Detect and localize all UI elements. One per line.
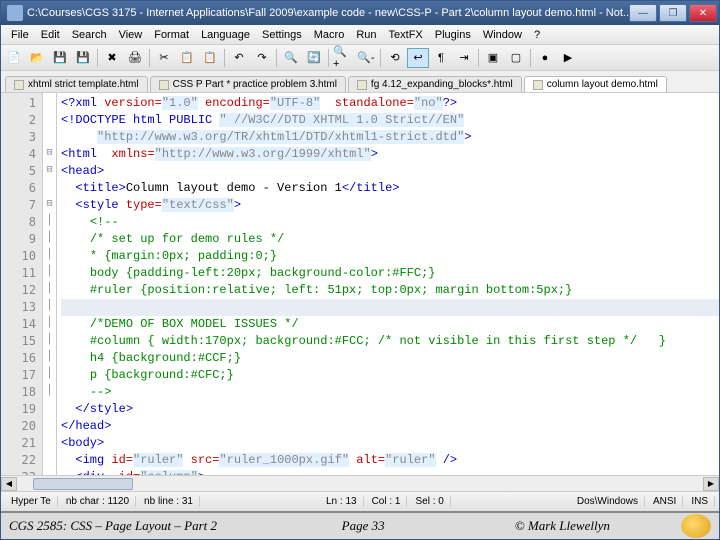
scroll-thumb[interactable] [33,478,133,490]
undo-icon[interactable]: ↶ [228,48,250,68]
zoom-in-icon[interactable]: 🔍+ [332,48,354,68]
print-icon[interactable]: 🖨 [124,48,146,68]
minimize-button[interactable]: — [629,4,657,22]
menu-language[interactable]: Language [195,29,256,41]
line-number-gutter[interactable]: 1234567891011121314151617181920212223 [1,93,43,475]
close-file-icon[interactable]: ✖ [101,48,123,68]
slide-footer: CGS 2585: CSS – Page Layout – Part 2 Pag… [1,511,719,539]
menu-edit[interactable]: Edit [35,29,66,41]
menubar: File Edit Search View Format Language Se… [1,25,719,45]
toolbar-separator [276,49,277,67]
show-chars-icon[interactable]: ¶ [430,48,452,68]
file-icon [159,80,169,90]
new-file-icon[interactable]: 📄 [3,48,25,68]
tab-label: fg 4.12_expanding_blocks*.html [371,79,513,90]
save-icon[interactable]: 💾 [49,48,71,68]
file-icon [357,80,367,90]
statusbar: Hyper Te nb char : 1120 nb line : 31 Ln … [1,491,719,511]
find-icon[interactable]: 🔍 [280,48,302,68]
record-macro-icon[interactable]: ● [534,48,556,68]
tab-label: xhtml strict template.html [28,79,139,90]
toolbar-separator [478,49,479,67]
cut-icon[interactable]: ✂ [153,48,175,68]
app-window: C:\Courses\CGS 3175 - Internet Applicati… [0,0,720,540]
tabbar: xhtml strict template.html CSS P Part * … [1,71,719,93]
menu-search[interactable]: Search [66,29,113,41]
ucf-logo-icon [681,514,711,538]
copy-icon[interactable]: 📋 [176,48,198,68]
toolbar-separator [97,49,98,67]
menu-format[interactable]: Format [148,29,195,41]
menu-run[interactable]: Run [350,29,382,41]
wordwrap-icon[interactable]: ↩ [407,48,429,68]
editor: 1234567891011121314151617181920212223 ⊟⊟… [1,93,719,475]
status-nbchar: nb char : 1120 [60,496,136,507]
horizontal-scrollbar[interactable]: ◀ ▶ [1,475,719,491]
window-controls: — ❐ ✕ [629,4,717,22]
footer-course: CGS 2585: CSS – Page Layout – Part 2 [9,518,275,534]
file-icon [533,80,543,90]
tab-label: CSS P Part * practice problem 3.html [173,79,337,90]
menu-view[interactable]: View [113,29,149,41]
tab-expanding-blocks[interactable]: fg 4.12_expanding_blocks*.html [348,76,522,92]
menu-settings[interactable]: Settings [256,29,308,41]
status-sel: Sel : 0 [409,496,450,507]
status-insert-mode: INS [685,496,715,507]
menu-plugins[interactable]: Plugins [429,29,477,41]
status-nbline: nb line : 31 [138,496,200,507]
unfold-icon[interactable]: ▢ [505,48,527,68]
fold-icon[interactable]: ▣ [482,48,504,68]
window-title: C:\Courses\CGS 3175 - Internet Applicati… [27,7,629,19]
menu-window[interactable]: Window [477,29,528,41]
toolbar-separator [149,49,150,67]
toolbar-separator [224,49,225,67]
tab-label: column layout demo.html [547,79,658,90]
toolbar-separator [530,49,531,67]
tab-practice-problem[interactable]: CSS P Part * practice problem 3.html [150,76,346,92]
maximize-button[interactable]: ❐ [659,4,687,22]
toolbar-separator [328,49,329,67]
status-eol: Dos\Windows [571,496,645,507]
status-encoding: ANSI [647,496,683,507]
status-filetype: Hyper Te [5,496,58,507]
menu-help[interactable]: ? [528,29,546,41]
scroll-right-arrow-icon[interactable]: ▶ [703,477,719,491]
app-icon [7,5,23,21]
toolbar: 📄 📂 💾 💾 ✖ 🖨 ✂ 📋 📋 ↶ ↷ 🔍 🔄 🔍+ 🔍- ⟲ ↩ ¶ ⇥ … [1,45,719,71]
footer-page: Page 33 [275,518,452,534]
close-button[interactable]: ✕ [689,4,717,22]
replace-icon[interactable]: 🔄 [303,48,325,68]
footer-author: © Mark Llewellyn [452,518,673,534]
tab-column-layout[interactable]: column layout demo.html [524,76,667,92]
code-area[interactable]: <?xml version="1.0" encoding="UTF-8" sta… [57,93,719,475]
paste-icon[interactable]: 📋 [199,48,221,68]
fold-gutter[interactable]: ⊟⊟⊟│││││││││││ [43,93,57,475]
redo-icon[interactable]: ↷ [251,48,273,68]
titlebar[interactable]: C:\Courses\CGS 3175 - Internet Applicati… [1,1,719,25]
toolbar-separator [380,49,381,67]
menu-file[interactable]: File [5,29,35,41]
open-file-icon[interactable]: 📂 [26,48,48,68]
tab-xhtml-template[interactable]: xhtml strict template.html [5,76,148,92]
file-icon [14,80,24,90]
save-all-icon[interactable]: 💾 [72,48,94,68]
indent-icon[interactable]: ⇥ [453,48,475,68]
menu-textfx[interactable]: TextFX [383,29,429,41]
play-macro-icon[interactable]: ▶ [557,48,579,68]
zoom-out-icon[interactable]: 🔍- [355,48,377,68]
sync-icon[interactable]: ⟲ [384,48,406,68]
menu-macro[interactable]: Macro [308,29,351,41]
scroll-left-arrow-icon[interactable]: ◀ [1,477,17,491]
status-col: Col : 1 [366,496,408,507]
status-line: Ln : 13 [320,496,364,507]
